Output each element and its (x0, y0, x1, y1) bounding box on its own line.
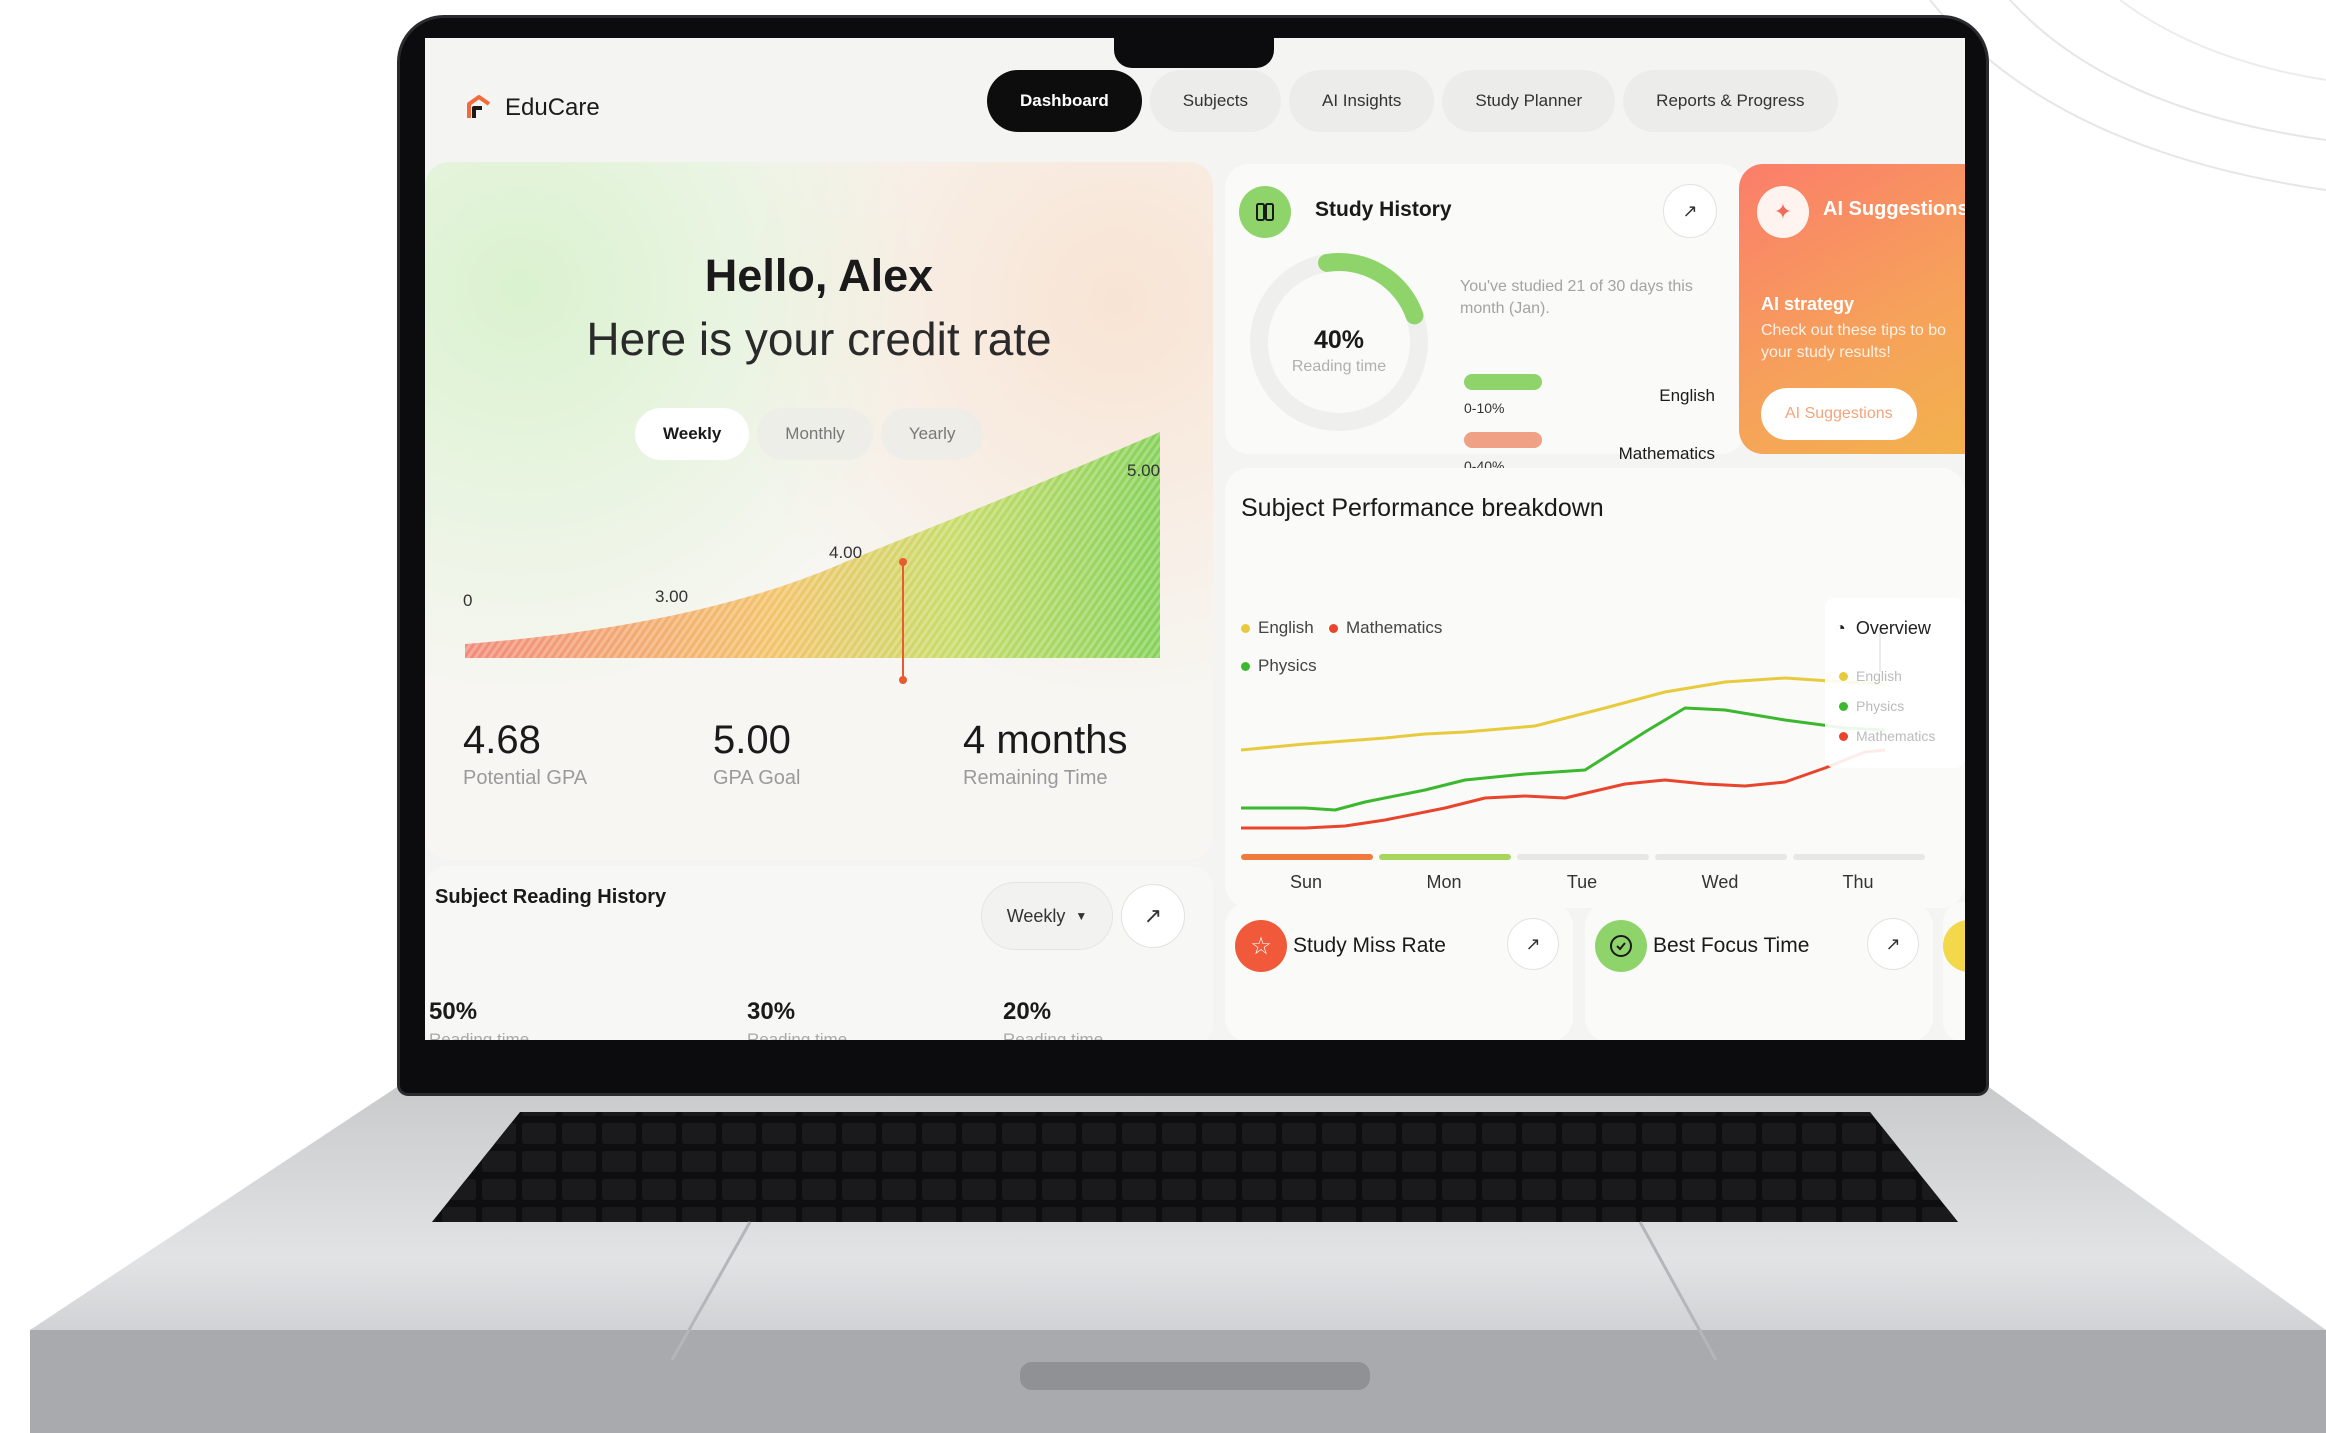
ai-suggestions-card: ✦ AI Suggestions AI strategy Check out t… (1739, 164, 1965, 454)
mathematics-subject: Mathematics (1618, 444, 1715, 463)
series-mathematics (1241, 748, 1886, 830)
credit-marker-bottom (899, 676, 907, 684)
credit-label-3: 3.00 (655, 587, 688, 606)
sparkle-icon: ✦ (1757, 186, 1809, 238)
day-bar-thu (1793, 854, 1925, 860)
gauge-icon: ◔ (1835, 618, 1846, 638)
reading-history-title: Subject Reading History (435, 886, 667, 908)
star-icon: ☆ (1235, 920, 1287, 972)
reading-stat-label: Reading time (429, 1030, 530, 1040)
ai-suggestions-button[interactable]: AI Suggestions (1761, 388, 1917, 440)
chevron-down-icon: ▼ (1075, 909, 1088, 923)
day-label-tue: Tue (1566, 872, 1598, 892)
reading-stat-value: 20% (1003, 998, 1052, 1025)
overview-label: Overview (1855, 618, 1931, 638)
mathematics-bar (1464, 432, 1542, 448)
day-bar-sun (1241, 854, 1373, 860)
series-physics (1241, 706, 1886, 812)
day-label-mon: Mon (1426, 872, 1462, 892)
overview-dot (1839, 731, 1848, 741)
overview-item-english: English (1839, 668, 1902, 684)
nav-ai-insights[interactable]: AI Insights (1289, 70, 1435, 132)
brand-name: EduCare (505, 94, 600, 121)
overview-tooltip: ◔ Overview English Physics Mathematics (1825, 598, 1965, 768)
best-focus-time-card[interactable]: Best Focus Time ↗ (1585, 902, 1933, 1040)
day-bar-tue (1517, 854, 1649, 860)
subject-reading-history-card: Subject Reading History Weekly ▼ ↗ 50% R… (425, 866, 1213, 1040)
ai-strategy-title: AI strategy (1761, 294, 1855, 314)
reading-period-dropdown[interactable]: Weekly ▼ (981, 882, 1113, 950)
stat-label: Remaining Time (963, 767, 1108, 789)
reading-stat-3: 20% Reading time (1003, 998, 1103, 1040)
credit-label-5: 5.00 (1127, 461, 1160, 480)
stat-value: 5.00 (713, 718, 791, 762)
english-range: 0-10% (1464, 400, 1505, 416)
overview-dot (1839, 671, 1848, 681)
study-miss-rate-card[interactable]: ☆ Study Miss Rate ↗ (1225, 902, 1573, 1040)
laptop-scene: EduCare Dashboard Subjects AI Insights S… (0, 0, 2326, 1433)
day-bar-mon (1379, 854, 1511, 860)
nav-reports-progress[interactable]: Reports & Progress (1623, 70, 1838, 132)
day-label-thu: Thu (1842, 872, 1874, 892)
overview-item-mathematics: Mathematics (1839, 728, 1935, 744)
overview-item-label: Mathematics (1856, 728, 1936, 744)
ai-suggestions-title: AI Suggestions (1823, 198, 1965, 220)
stat-label: Potential GPA (463, 767, 588, 789)
gauge-progress (1318, 253, 1424, 325)
reading-stat-value: 30% (747, 998, 796, 1025)
best-focus-time-expand-button[interactable]: ↗ (1867, 918, 1919, 970)
stat-value: 4 months (963, 718, 1128, 762)
study-history-card: Study History ↗ 40% Reading time You've … (1225, 164, 1745, 474)
english-bar (1464, 374, 1542, 390)
nav-dashboard[interactable]: Dashboard (987, 70, 1142, 132)
reading-stat-1: 50% Reading time (429, 998, 529, 1040)
study-miss-rate-title: Study Miss Rate (1293, 934, 1446, 957)
dropdown-value: Weekly (1006, 905, 1066, 926)
reading-stat-2: 30% Reading time (747, 998, 847, 1040)
overview-title: ◔ Overview (1835, 618, 1931, 639)
overview-item-label: English (1856, 668, 1902, 684)
clock-icon (1595, 920, 1647, 972)
stat-remaining-time: 4 months Remaining Time (963, 718, 1128, 790)
nav-subjects[interactable]: Subjects (1149, 70, 1281, 132)
stat-value: 4.68 (463, 718, 541, 762)
series-english (1240, 676, 1886, 752)
stat-potential-gpa: 4.68 Potential GPA (463, 718, 587, 790)
ai-strategy-desc: Check out these tips to bo your study re… (1761, 322, 1946, 361)
arrow-up-right-icon: ↗ (1525, 933, 1541, 954)
credit-label-0: 0 (463, 591, 472, 610)
arrow-up-right-icon: ↗ (1143, 903, 1163, 928)
partial-card (1943, 902, 1965, 1040)
gauge-label: Reading time (1291, 358, 1387, 375)
credit-label-4: 4.00 (829, 543, 862, 562)
overview-dot (1839, 701, 1848, 711)
top-nav: Dashboard Subjects AI Insights Study Pla… (987, 70, 1838, 132)
overview-item-label: Physics (1856, 698, 1905, 714)
camera-notch (1114, 30, 1274, 68)
app-screen: EduCare Dashboard Subjects AI Insights S… (425, 38, 1965, 1040)
gauge-percent: 40% (1313, 326, 1365, 354)
day-label-sun: Sun (1289, 872, 1323, 892)
brand-logo[interactable]: EduCare (463, 92, 600, 124)
educare-logo-icon (467, 95, 491, 118)
arrow-up-right-icon: ↗ (1885, 933, 1901, 954)
study-history-note: You've studied 21 of 30 days this month … (1460, 278, 1693, 317)
subject-performance-card: Subject Performance breakdown English Ma… (1225, 468, 1965, 908)
overview-item-physics: Physics (1839, 698, 1904, 714)
nav-study-planner[interactable]: Study Planner (1442, 70, 1616, 132)
stat-gpa-goal: 5.00 GPA Goal (713, 718, 800, 790)
day-bar-wed (1655, 854, 1787, 860)
reading-stat-label: Reading time (1003, 1030, 1104, 1040)
partial-card-icon (1943, 920, 1965, 972)
reading-expand-button[interactable]: ↗ (1121, 884, 1185, 948)
reading-stat-label: Reading time (747, 1030, 848, 1040)
best-focus-time-title: Best Focus Time (1653, 934, 1810, 957)
stat-label: GPA Goal (713, 767, 801, 789)
study-miss-rate-expand-button[interactable]: ↗ (1507, 918, 1559, 970)
english-subject: English (1659, 386, 1715, 405)
day-label-wed: Wed (1701, 872, 1739, 892)
reading-stat-value: 50% (429, 998, 478, 1025)
credit-rate-card: Hello, Alex Here is your credit rate Wee… (425, 162, 1213, 860)
credit-marker-top (899, 558, 907, 566)
